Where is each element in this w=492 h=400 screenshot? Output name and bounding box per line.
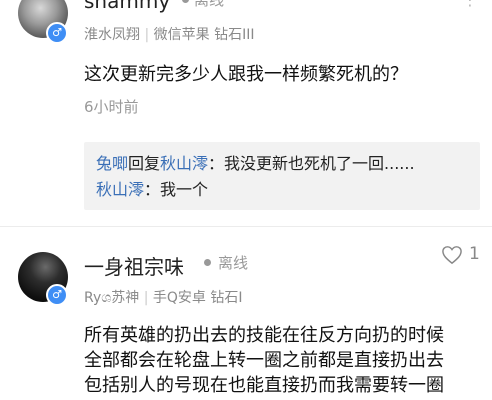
username[interactable]: shammy <box>84 0 170 13</box>
male-gender-icon: ♂ <box>46 284 68 306</box>
comment-line: 全部都会在轮盘上转一圈之前都是直接扔出去 <box>84 350 444 371</box>
reply-box[interactable]: 兔唧回复秋山澪：我没更新也死机了一回...... 秋山澪：我一个 <box>84 142 480 210</box>
male-gender-icon: ♂ <box>46 22 68 44</box>
more-icon[interactable]: ⋮ <box>462 0 478 9</box>
user-meta: 淮水凤翔 | 微信苹果 钻石III <box>84 24 254 44</box>
meta-separator: | <box>144 27 150 43</box>
reply-item[interactable]: 秋山澪：我一个 <box>96 178 208 202</box>
reply-text: ：我一个 <box>144 180 209 199</box>
comment-line: 所有英雄的扔出去的技能在往反方向扔的时候 <box>84 325 444 346</box>
meta-rank: 钻石III <box>214 27 255 43</box>
status-text: 离线 <box>194 0 225 9</box>
meta-platform: 微信苹果 <box>153 27 210 43</box>
comment-text: 所有英雄的扔出去的技能在往反方向扔的时候 全部都会在轮盘上转一圈之前都是直接扔出… <box>84 323 488 398</box>
reply-author[interactable]: 兔唧 <box>96 154 128 173</box>
like-count: 1 <box>469 244 480 264</box>
status-text: 离线 <box>218 254 249 272</box>
meta-platform: 手Q安卓 <box>152 290 206 306</box>
reply-verb: 回复 <box>128 154 161 173</box>
status-dot <box>204 259 211 266</box>
reply-target[interactable]: 秋山澪 <box>160 154 208 173</box>
meta-separator: | <box>143 290 149 306</box>
meta-name: Ryශ苏神 <box>84 290 140 306</box>
reply-author[interactable]: 秋山澪 <box>96 180 144 199</box>
status-dot <box>182 0 189 3</box>
comment-line: 包括别人的号现在也能直接扔而我需要转一圈 <box>84 375 444 396</box>
meta-name: 淮水凤翔 <box>84 27 140 43</box>
divider <box>0 226 492 227</box>
like-button[interactable]: 1 <box>441 244 485 267</box>
timestamp: 6小时前 <box>84 98 139 116</box>
comment-text: 这次更新完多少人跟我一样频繁死机的？ <box>84 64 408 85</box>
reply-text: ：我没更新也死机了一回...... <box>208 154 415 173</box>
heart-outline-icon <box>442 246 462 265</box>
reply-item[interactable]: 兔唧回复秋山澪：我没更新也死机了一回...... <box>96 152 415 176</box>
username[interactable]: 一身祖宗味 <box>84 251 184 280</box>
user-meta: Ryශ苏神 | 手Q安卓 钻石I <box>84 287 243 307</box>
meta-rank: 钻石I <box>210 290 243 306</box>
